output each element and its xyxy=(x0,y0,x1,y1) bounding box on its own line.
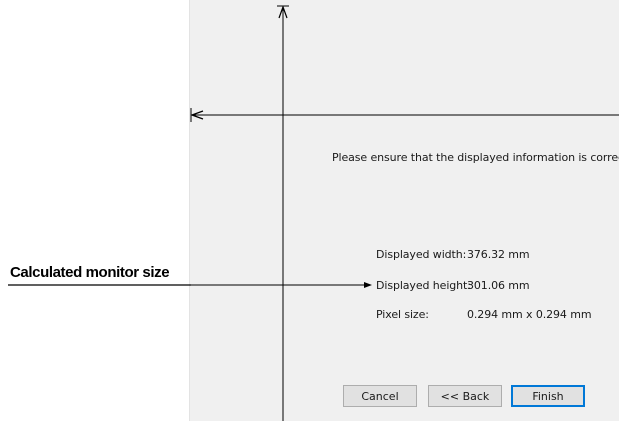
screenshot-stage: Please ensure that the displayed informa… xyxy=(0,0,619,421)
calculated-monitor-size-callout: Calculated monitor size xyxy=(10,264,170,281)
back-button[interactable]: << Back xyxy=(428,385,502,407)
displayed-width-value: 376.32 mm xyxy=(467,248,530,261)
monitor-calibration-dialog xyxy=(189,0,619,421)
instruction-text: Please ensure that the displayed informa… xyxy=(332,151,619,164)
cancel-button[interactable]: Cancel xyxy=(343,385,417,407)
pixel-size-value: 0.294 mm x 0.294 mm xyxy=(467,308,592,321)
finish-button[interactable]: Finish xyxy=(511,385,585,407)
pixel-size-label: Pixel size: xyxy=(376,308,429,321)
displayed-height-value: 301.06 mm xyxy=(467,279,530,292)
displayed-height-label: Displayed height: xyxy=(376,279,471,292)
displayed-width-label: Displayed width: xyxy=(376,248,467,261)
